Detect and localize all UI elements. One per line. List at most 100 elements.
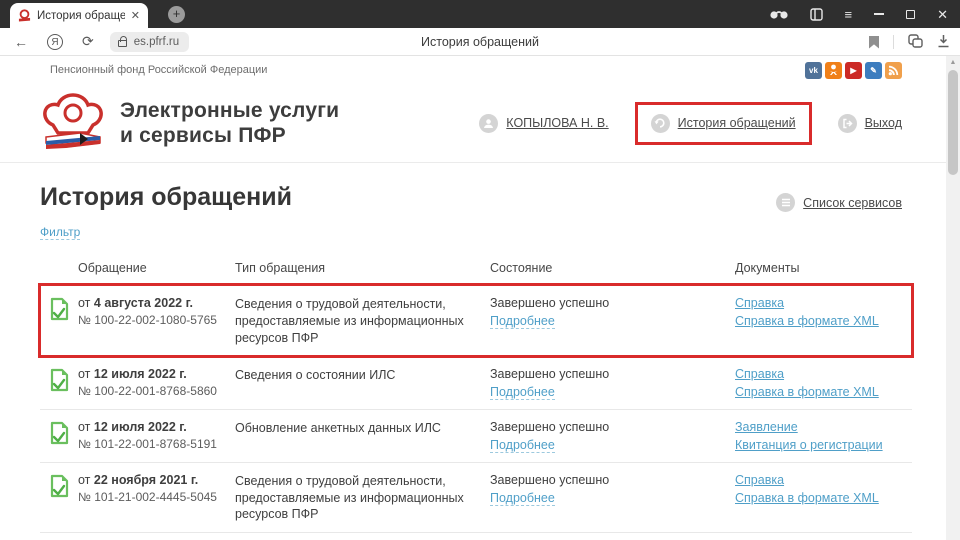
brand-title: Электронные услуги и сервисы ПФР: [120, 98, 339, 148]
row-date: 22 ноября 2021 г.: [94, 473, 198, 487]
row-type: Обновление анкетных данных ИЛС: [235, 420, 490, 453]
new-tab-button[interactable]: +: [168, 6, 185, 23]
details-link[interactable]: Подробнее: [490, 491, 555, 506]
details-link[interactable]: Подробнее: [490, 438, 555, 453]
history-menu[interactable]: История обращений: [651, 114, 796, 133]
table-row: от 12 мая 2021 г. № 100-21-000-8221-3950…: [40, 532, 912, 540]
history-link[interactable]: История обращений: [678, 116, 796, 130]
row-date-prefix: от: [78, 473, 94, 487]
request-meta: от 22 ноября 2021 г. № 101-21-002-4445-5…: [78, 473, 217, 524]
success-doc-icon: [50, 297, 69, 347]
brand[interactable]: Электронные услуги и сервисы ПФР: [40, 93, 339, 153]
page-scrollbar[interactable]: ▲: [946, 56, 960, 540]
row-docs: Справка Справка в формате XML: [735, 473, 912, 524]
filter-link[interactable]: Фильтр: [40, 225, 80, 240]
tab-close-icon[interactable]: ✕: [131, 9, 140, 22]
row-date-prefix: от: [78, 420, 94, 434]
row-date-prefix: от: [78, 296, 94, 310]
document-link[interactable]: Справка в формате XML: [735, 314, 879, 328]
row-number: № 100-22-001-8768-5860: [78, 384, 217, 398]
user-menu[interactable]: КОПЫЛОВА Н. В.: [479, 114, 608, 133]
panel-icon[interactable]: [810, 8, 823, 21]
restore-icon[interactable]: [906, 10, 915, 19]
row-type: Сведения о состоянии ИЛС: [235, 367, 490, 400]
success-doc-icon: [50, 368, 69, 400]
lock-icon: [118, 40, 127, 47]
livejournal-icon[interactable]: ✎: [865, 62, 882, 79]
document-link[interactable]: Квитанция о регистрации: [735, 438, 883, 452]
table-row: от 12 июля 2022 г. № 101-22-001-8768-519…: [40, 409, 912, 462]
row-status: Завершено успешно: [490, 420, 735, 434]
success-doc-icon: [50, 421, 69, 453]
bookmark-flag-icon[interactable]: [869, 36, 879, 49]
download-icon[interactable]: [937, 34, 950, 51]
row-number: № 101-21-002-4445-5045: [78, 490, 217, 504]
tab-title: История обращений: [37, 10, 125, 22]
row-date: 12 июля 2022 г.: [94, 367, 187, 381]
request-meta: от 12 июля 2022 г. № 101-22-001-8768-519…: [78, 420, 217, 453]
yandex-icon[interactable]: Я: [47, 34, 63, 50]
youtube-icon[interactable]: ▶: [845, 62, 862, 79]
row-docs: Справка Справка в формате XML: [735, 296, 912, 347]
user-link[interactable]: КОПЫЛОВА Н. В.: [506, 116, 608, 130]
document-link[interactable]: Справка: [735, 473, 784, 487]
scrollbar-thumb[interactable]: [948, 70, 958, 175]
browser-tab[interactable]: История обращений ✕: [10, 3, 148, 28]
site-name: Пенсионный фонд Российской Федерации: [50, 64, 267, 76]
services-list-icon: [776, 193, 795, 212]
col-header: Обращение: [40, 261, 235, 275]
logout-link[interactable]: Выход: [865, 116, 902, 130]
scroll-up-icon[interactable]: ▲: [946, 56, 960, 69]
rss-icon[interactable]: [885, 62, 902, 79]
document-link[interactable]: Справка: [735, 367, 784, 381]
logout-menu[interactable]: Выход: [838, 114, 902, 133]
page-content: Пенсионный фонд Российской Федерации vk …: [0, 56, 946, 540]
row-number: № 101-22-001-8768-5191: [78, 437, 217, 451]
page-title: История обращений: [40, 183, 292, 212]
logout-icon: [838, 114, 857, 133]
row-status: Завершено успешно: [490, 367, 735, 381]
document-link[interactable]: Справка в формате XML: [735, 385, 879, 399]
odnoklassniki-icon[interactable]: [825, 62, 842, 79]
social-icons: vk ▶ ✎: [805, 62, 902, 79]
row-date: 12 июля 2022 г.: [94, 420, 187, 434]
row-status: Завершено успешно: [490, 473, 735, 487]
toolbar-divider: [893, 35, 894, 49]
address-bar[interactable]: es.pfrf.ru: [110, 32, 189, 52]
pfr-favicon: [18, 9, 31, 22]
services-menu[interactable]: Список сервисов: [776, 193, 902, 212]
browser-titlebar: История обращений ✕ + ≡ ✕: [0, 0, 960, 28]
user-icon: [479, 114, 498, 133]
request-meta: от 12 июля 2022 г. № 100-22-001-8768-586…: [78, 367, 217, 400]
incognito-glasses-icon: [770, 10, 788, 19]
minimize-icon[interactable]: [874, 13, 884, 15]
close-icon[interactable]: ✕: [937, 8, 948, 21]
row-docs: Справка Справка в формате XML: [735, 367, 912, 400]
browser-toolbar: История обращений ← Я ⟳ es.pfrf.ru: [0, 28, 960, 56]
reload-icon[interactable]: ⟳: [82, 33, 94, 50]
request-meta: от 4 августа 2022 г. № 100-22-002-1080-5…: [78, 296, 217, 347]
col-header: Тип обращения: [235, 261, 490, 275]
table-header: Обращение Тип обращения Состояние Докуме…: [40, 255, 912, 285]
document-link[interactable]: Заявление: [735, 420, 798, 434]
row-date: 4 августа 2022 г.: [94, 296, 193, 310]
back-icon[interactable]: ←: [14, 34, 28, 50]
requests-table: Обращение Тип обращения Состояние Докуме…: [40, 255, 912, 540]
col-header: Документы: [735, 261, 912, 275]
vk-icon[interactable]: vk: [805, 62, 822, 79]
table-row: от 4 августа 2022 г. № 100-22-002-1080-5…: [40, 285, 912, 356]
table-row: от 12 июля 2022 г. № 100-22-001-8768-586…: [40, 356, 912, 409]
menu-icon[interactable]: ≡: [845, 8, 853, 21]
document-link[interactable]: Справка: [735, 296, 784, 310]
document-link[interactable]: Справка в формате XML: [735, 491, 879, 505]
details-link[interactable]: Подробнее: [490, 314, 555, 329]
services-link[interactable]: Список сервисов: [803, 196, 902, 210]
details-link[interactable]: Подробнее: [490, 385, 555, 400]
row-date-prefix: от: [78, 367, 94, 381]
history-icon: [651, 114, 670, 133]
table-row: от 22 ноября 2021 г. № 101-21-002-4445-5…: [40, 462, 912, 533]
row-docs: Заявление Квитанция о регистрации: [735, 420, 912, 453]
url-text: es.pfrf.ru: [134, 36, 179, 48]
collections-icon[interactable]: [908, 34, 923, 51]
row-type: Сведения о трудовой деятельности, предос…: [235, 473, 490, 524]
